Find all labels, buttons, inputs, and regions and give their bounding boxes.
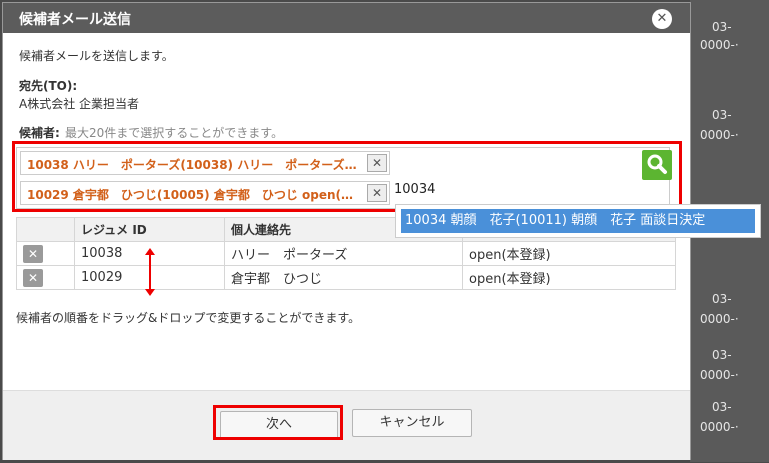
bg-cell: 0000-· xyxy=(700,368,739,382)
bg-cell: 03- xyxy=(712,348,732,362)
status-cell: open(本登録) xyxy=(462,265,676,290)
bg-cell: 03- xyxy=(712,20,732,34)
status-cell: open(本登録) xyxy=(462,241,676,266)
cancel-button[interactable]: キャンセル xyxy=(352,409,472,437)
table-row[interactable]: ✕ 10029 倉宇都 ひつじ open(本登録) xyxy=(16,265,676,290)
dialog-titlebar: 候補者メール送信 ✕ xyxy=(3,3,690,33)
remove-cell: ✕ xyxy=(16,265,75,290)
bg-cell: 0000-· xyxy=(700,38,739,52)
contact-name-cell: ハリー ポーターズ xyxy=(224,241,463,266)
bg-cell: 0000-· xyxy=(700,128,739,142)
drag-arrow-icon xyxy=(145,248,155,296)
remove-row-icon[interactable]: ✕ xyxy=(23,244,43,263)
dialog-footer xyxy=(3,390,690,460)
description-text: 候補者メールを送信します。 xyxy=(19,49,174,63)
suggestion-dropdown: 10034 朝顔 花子(10011) 朝顔 花子 面談日決定 xyxy=(395,204,761,238)
to-label: 宛先(TO): xyxy=(19,79,78,93)
remove-cell: ✕ xyxy=(16,241,75,266)
table-header: レジュメ ID xyxy=(74,217,225,242)
candidates-note: 最大20件まで選択することができます。 xyxy=(65,126,284,140)
bg-cell: 03- xyxy=(712,400,732,414)
table-header xyxy=(16,217,75,242)
bg-cell: 03- xyxy=(712,292,732,306)
bg-cell: 0000-· xyxy=(700,420,739,434)
table-row[interactable]: ✕ 10038 ハリー ポーターズ open(本登録) xyxy=(16,241,676,266)
highlight-frame xyxy=(12,141,682,212)
suggestion-item[interactable]: 10034 朝顔 花子(10011) 朝顔 花子 面談日決定 xyxy=(401,209,755,233)
close-icon[interactable]: ✕ xyxy=(652,9,672,29)
candidates-label: 候補者: xyxy=(19,126,60,140)
bg-cell: 0000-· xyxy=(700,312,739,326)
dialog-title: 候補者メール送信 xyxy=(19,12,131,28)
drag-note: 候補者の順番をドラッグ&ドロップで変更することができます。 xyxy=(16,311,361,325)
bg-cell: 03- xyxy=(712,108,732,122)
to-value: A株式会社 企業担当者 xyxy=(19,97,140,111)
contact-name-cell: 倉宇都 ひつじ xyxy=(224,265,463,290)
remove-row-icon[interactable]: ✕ xyxy=(23,268,43,287)
next-highlight-frame xyxy=(213,405,343,440)
